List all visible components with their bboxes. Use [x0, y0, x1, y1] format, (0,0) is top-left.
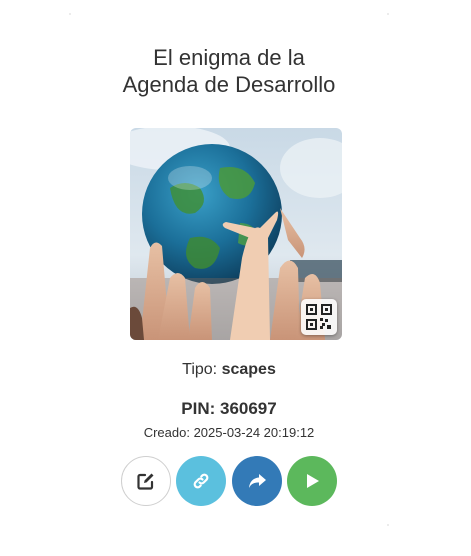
link-icon	[193, 473, 209, 489]
corner-dot	[387, 13, 389, 15]
type-value: scapes	[221, 361, 276, 378]
share-button[interactable]	[231, 456, 282, 506]
game-title: El enigma de la Agenda de Desarrollo	[0, 44, 458, 98]
created-date: Creado: 2025-03-24 20:19:12	[143, 425, 315, 440]
play-icon	[306, 474, 319, 488]
game-type: Tipo: scapes	[0, 361, 458, 379]
corner-dot	[387, 524, 389, 526]
action-buttons	[121, 456, 337, 506]
title-line-1: El enigma de la	[153, 45, 305, 70]
edit-button[interactable]	[121, 456, 171, 506]
game-thumbnail[interactable]	[130, 128, 342, 340]
title-line-2: Agenda de Desarrollo	[122, 72, 336, 97]
edit-icon	[137, 473, 154, 490]
qr-code-button[interactable]	[301, 299, 337, 335]
link-button[interactable]	[176, 456, 227, 506]
type-label: Tipo:	[182, 361, 218, 378]
qr-code-icon	[306, 304, 332, 330]
game-pin: PIN: 360697	[181, 399, 277, 418]
play-button[interactable]	[286, 456, 337, 506]
game-card: El enigma de la Agenda de Desarrollo Tip…	[0, 0, 471, 556]
corner-dot	[69, 13, 71, 15]
share-icon	[248, 474, 266, 488]
